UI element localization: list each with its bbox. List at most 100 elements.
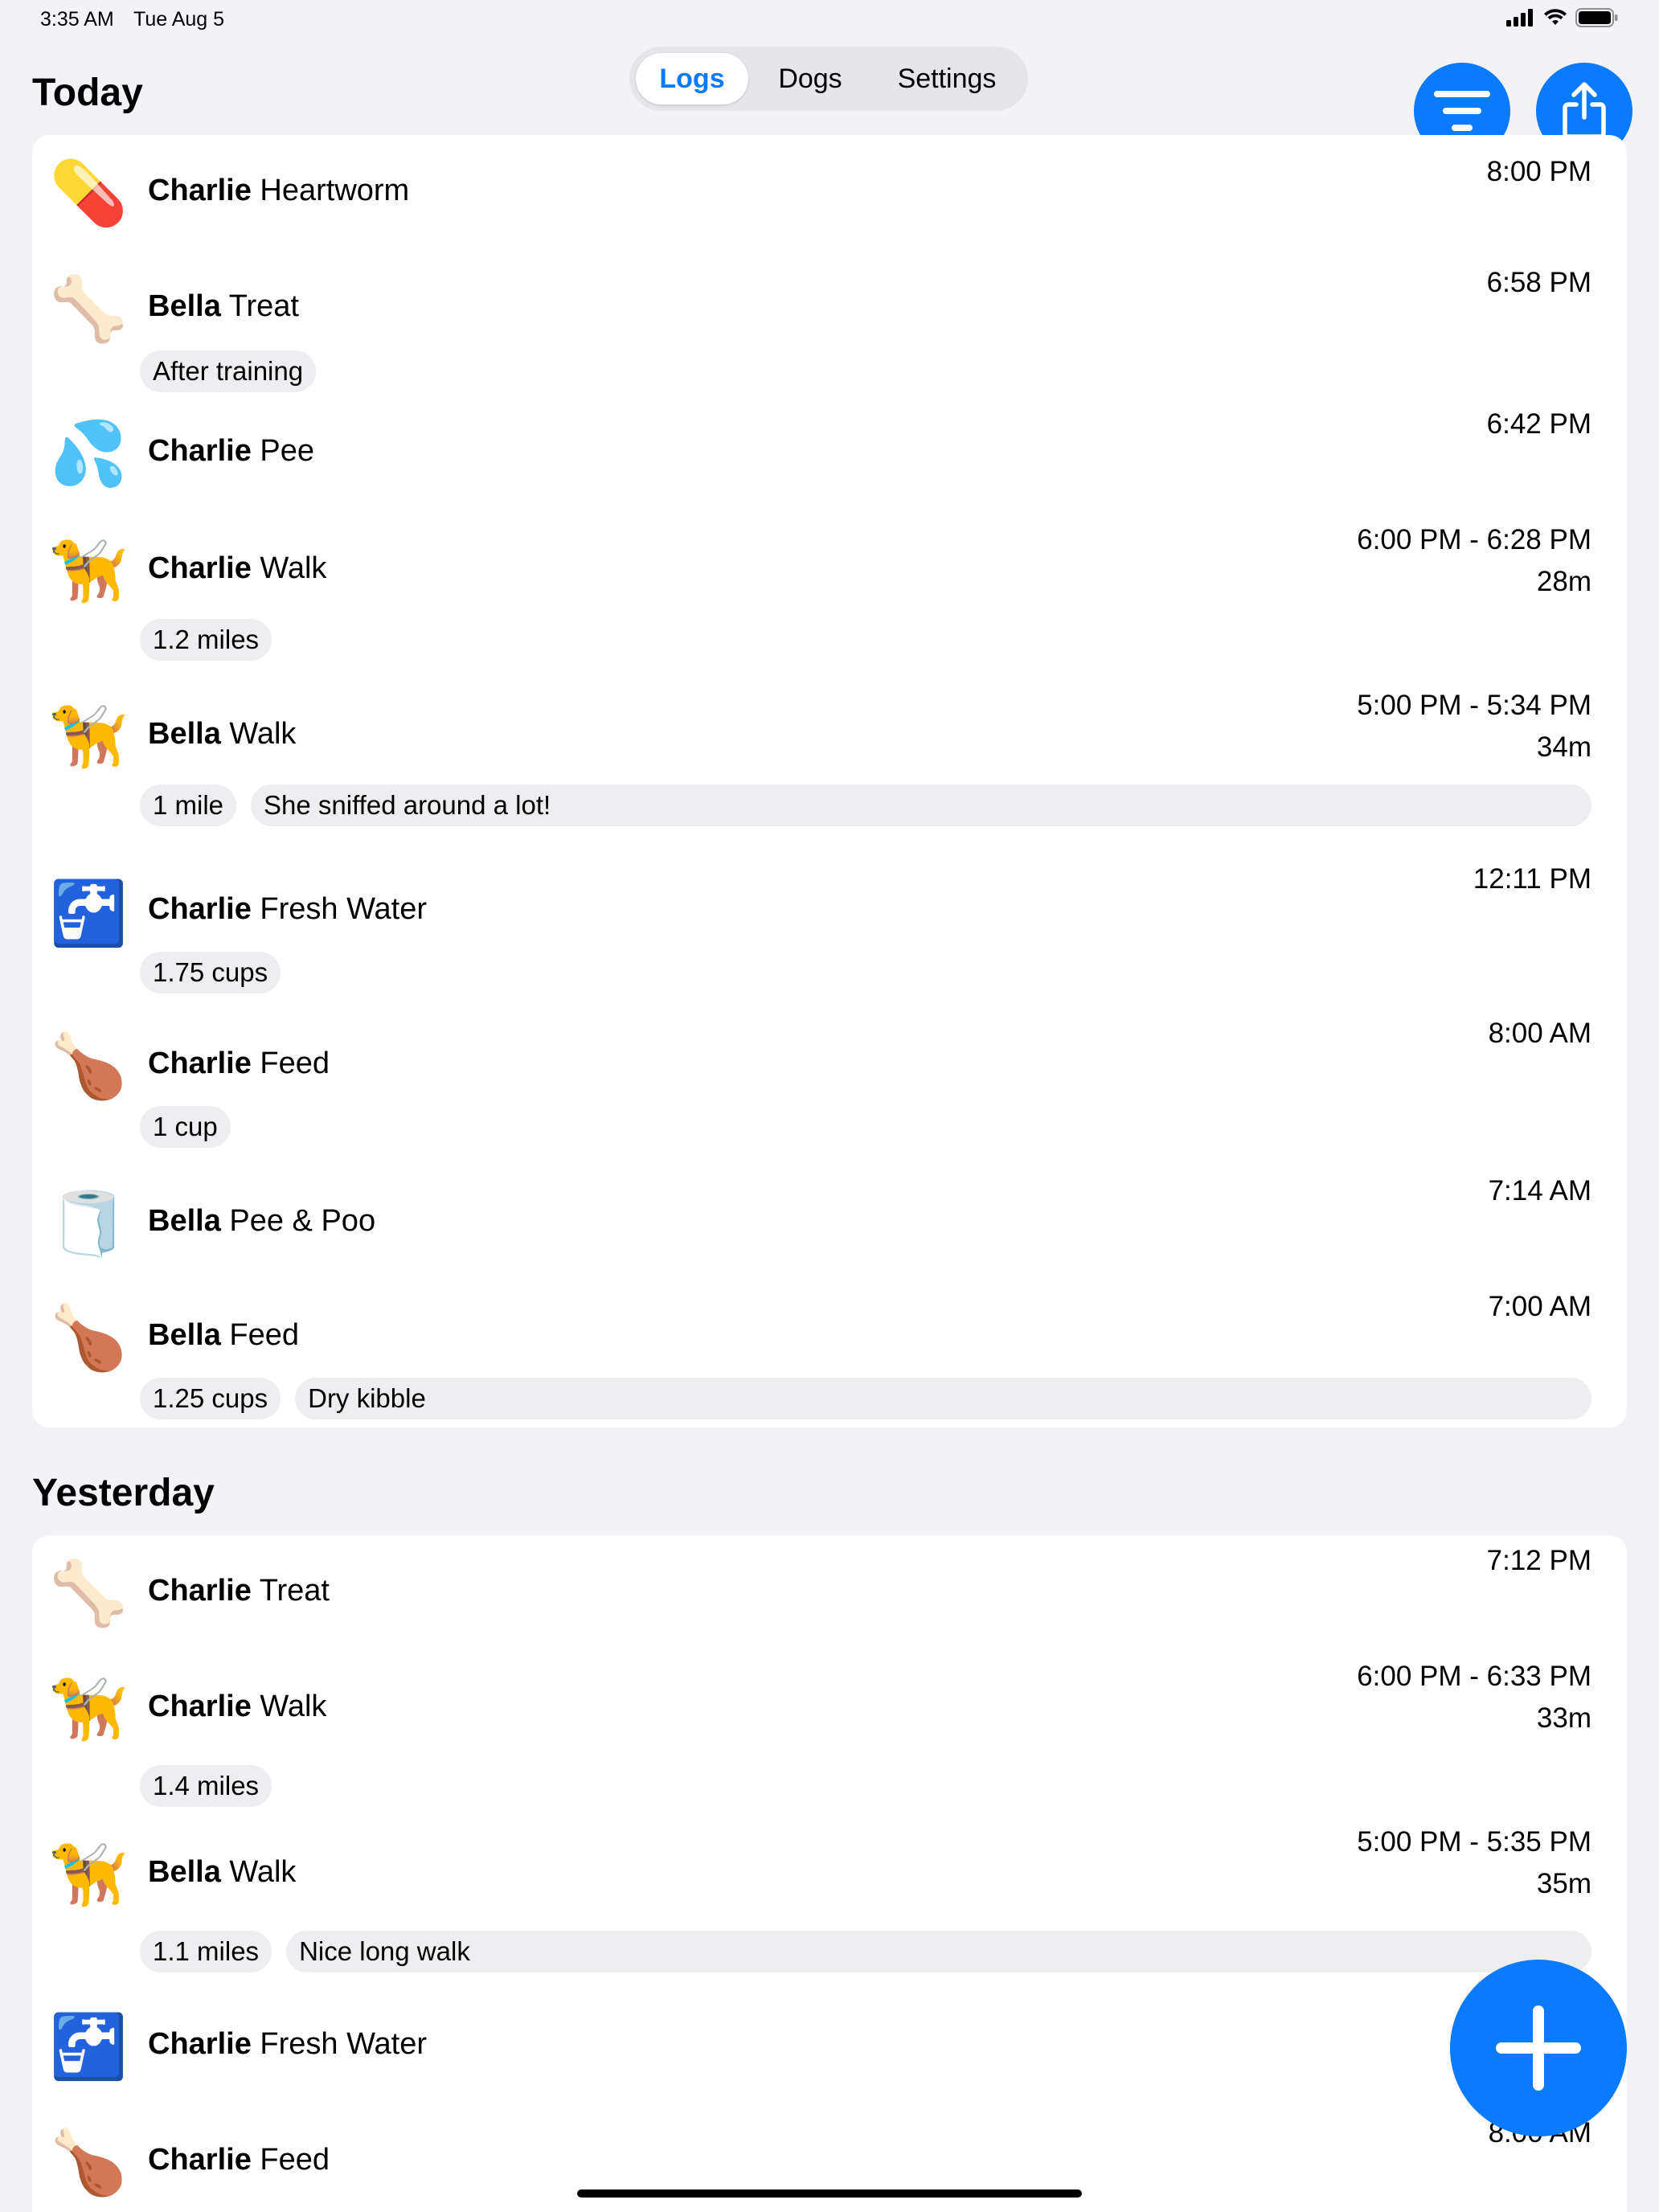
time-range: 5:00 PM - 5:35 PM <box>1357 1826 1591 1858</box>
view-segmented-control: Logs Dogs Settings <box>629 47 1028 111</box>
log-time-range: 6:00 PM - 6:28 PM 28m <box>1357 519 1591 603</box>
duration: 34m <box>1536 731 1591 763</box>
log-entry[interactable]: 🦴 Bella Treat 6:58 PM After training <box>32 251 1627 403</box>
log-entry[interactable]: 🦮 Bella Walk 5:00 PM - 5:34 PM 34m 1 mil… <box>32 685 1627 855</box>
log-details: 1.75 cups <box>140 952 1591 993</box>
add-log-button[interactable] <box>1450 1960 1627 2136</box>
log-title: Charlie Walk <box>148 1690 326 1724</box>
dog-name: Charlie <box>148 434 252 468</box>
pill-icon: 💊 <box>49 158 128 228</box>
activity-name: Walk <box>229 1855 297 1889</box>
log-details: After training <box>140 350 1591 392</box>
log-entry[interactable]: 🧻 Bella Pee & Poo 7:14 AM <box>32 1161 1627 1276</box>
log-time-range: 5:00 PM - 5:34 PM 34m <box>1357 685 1591 768</box>
dog-name: Bella <box>148 289 221 323</box>
drumstick-icon: 🍗 <box>49 2127 128 2198</box>
log-details: 1 cup <box>140 1106 1591 1148</box>
log-title: Charlie Treat <box>148 1574 330 1608</box>
log-title: Bella Walk <box>148 1855 296 1890</box>
detail-pill: 1.4 miles <box>140 1765 272 1807</box>
tab-settings[interactable]: Settings <box>872 53 1022 104</box>
dog-name: Charlie <box>148 2027 252 2061</box>
activity-name: Walk <box>260 551 327 585</box>
dog-name: Bella <box>148 1318 221 1352</box>
activity-name: Pee <box>260 434 315 468</box>
plus-icon <box>1496 2005 1581 2091</box>
dog-name: Charlie <box>148 1690 252 1723</box>
section-title-today: Today <box>32 72 143 114</box>
faucet-water-icon: 🚰 <box>49 878 128 948</box>
log-entry[interactable]: 💊 Charlie Heartworm 8:00 PM <box>32 135 1627 251</box>
activity-name: Fresh Water <box>260 892 428 926</box>
activity-name: Feed <box>260 2143 330 2177</box>
log-title: Charlie Fresh Water <box>148 892 427 927</box>
activity-name: Fresh Water <box>260 2027 428 2061</box>
log-time: 6:42 PM <box>1486 408 1591 440</box>
dog-name: Charlie <box>148 892 252 926</box>
activity-name: Walk <box>229 717 297 751</box>
log-time-range: 5:00 PM - 5:35 PM 35m <box>1357 1821 1591 1905</box>
activity-name: Feed <box>229 1318 300 1352</box>
log-entry[interactable]: 🦴 Charlie Treat 7:12 PM <box>32 1535 1627 1651</box>
log-entry[interactable]: 🚰 Charlie Fresh Water <box>32 1982 1627 2098</box>
log-entry[interactable]: 🍗 Charlie Feed 8:00 AM 1 cup <box>32 1008 1627 1161</box>
log-title: Bella Treat <box>148 289 299 324</box>
faucet-water-icon: 🚰 <box>49 2011 128 2082</box>
log-time: 7:00 AM <box>1488 1291 1591 1322</box>
tab-dogs[interactable]: Dogs <box>750 53 870 104</box>
status-date: Tue Aug 5 <box>133 8 225 31</box>
log-title: Charlie Walk <box>148 551 326 586</box>
log-title: Bella Pee & Poo <box>148 1204 375 1239</box>
log-title: Charlie Feed <box>148 2143 330 2177</box>
dog-name: Bella <box>148 1855 221 1889</box>
activity-name: Feed <box>260 1047 330 1080</box>
dog-name: Charlie <box>148 1047 252 1080</box>
guide-dog-icon: 🦮 <box>49 701 128 772</box>
duration: 33m <box>1536 1702 1591 1734</box>
drumstick-icon: 🍗 <box>49 1030 128 1101</box>
note-pill: She sniffed around a lot! <box>251 784 1591 826</box>
log-title: Charlie Pee <box>148 434 314 469</box>
log-details: 1 mile She sniffed around a lot! <box>140 784 1591 826</box>
time-range: 6:00 PM - 6:33 PM <box>1357 1661 1591 1692</box>
dog-name: Charlie <box>148 1574 252 1608</box>
detail-pill: 1.1 miles <box>140 1931 272 1972</box>
log-time-range: 6:00 PM - 6:33 PM 33m <box>1357 1656 1591 1739</box>
cellular-signal-icon <box>1506 9 1533 27</box>
guide-dog-icon: 🦮 <box>49 1839 128 1910</box>
log-time: 7:12 PM <box>1486 1545 1591 1576</box>
status-bar: 3:35 AM Tue Aug 5 <box>0 0 1659 40</box>
drumstick-icon: 🍗 <box>49 1302 128 1373</box>
status-icons <box>1506 8 1619 27</box>
home-indicator[interactable] <box>577 2189 1082 2198</box>
share-icon <box>1563 82 1606 139</box>
detail-pill: 1.2 miles <box>140 619 272 661</box>
time-range: 5:00 PM - 5:34 PM <box>1357 690 1591 721</box>
bone-icon: 🦴 <box>49 1558 128 1628</box>
detail-pill: 1 cup <box>140 1106 231 1148</box>
guide-dog-icon: 🦮 <box>49 1673 128 1744</box>
activity-name: Walk <box>260 1690 327 1723</box>
detail-pill: 1 mile <box>140 784 237 826</box>
wifi-icon <box>1544 9 1567 25</box>
log-time: 8:00 PM <box>1486 156 1591 187</box>
bone-icon: 🦴 <box>49 273 128 344</box>
section-title-yesterday: Yesterday <box>32 1472 215 1514</box>
dog-name: Bella <box>148 1204 221 1238</box>
time-range: 6:00 PM - 6:28 PM <box>1357 524 1591 555</box>
log-entry[interactable]: 🍗 Bella Feed 7:00 AM 1.25 cups Dry kibbl… <box>32 1276 1627 1428</box>
log-entry[interactable]: 🚰 Charlie Fresh Water 12:11 PM 1.75 cups <box>32 855 1627 1008</box>
log-entry[interactable]: 🦮 Charlie Walk 6:00 PM - 6:28 PM 28m 1.2… <box>32 519 1627 685</box>
log-title: Charlie Heartworm <box>148 174 409 208</box>
detail-pill: 1.75 cups <box>140 952 281 993</box>
log-entry[interactable]: 🦮 Bella Walk 5:00 PM - 5:35 PM 35m 1.1 m… <box>32 1817 1627 1982</box>
tab-logs[interactable]: Logs <box>636 53 748 104</box>
toilet-paper-icon: 🧻 <box>49 1188 128 1259</box>
filter-icon <box>1434 91 1490 131</box>
log-entry[interactable]: 🦮 Charlie Walk 6:00 PM - 6:33 PM 33m 1.4… <box>32 1651 1627 1817</box>
activity-name: Pee & Poo <box>229 1204 376 1238</box>
log-entry[interactable]: 💦 Charlie Pee 6:42 PM <box>32 403 1627 519</box>
dog-name: Charlie <box>148 174 252 207</box>
detail-pill: After training <box>140 350 317 392</box>
battery-icon <box>1575 8 1618 27</box>
